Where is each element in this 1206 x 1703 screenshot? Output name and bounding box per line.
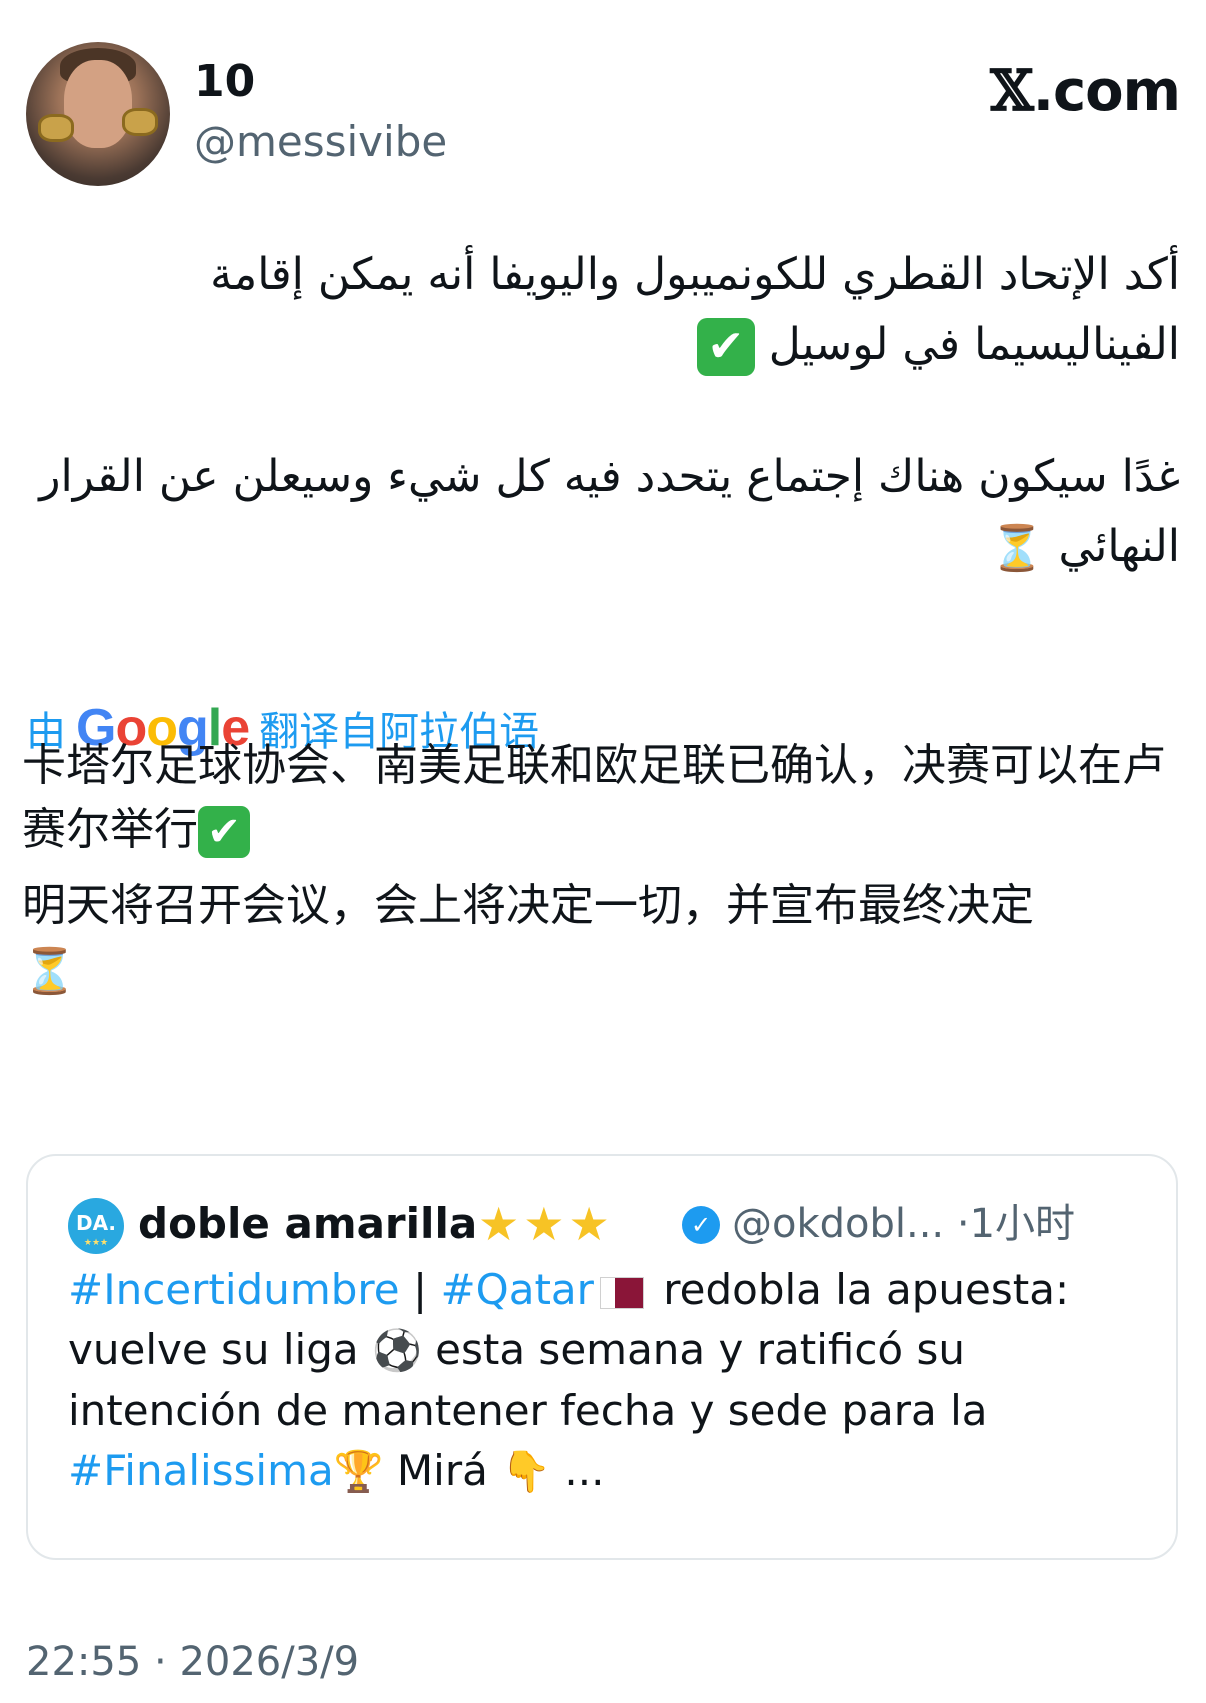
arabic-text: أكد الإتحاد القطري للكونميبول واليويفا أ… [210,249,1180,370]
quoted-ellipsis: ... [564,1446,605,1495]
avatar-ring [38,114,74,142]
quoted-author-handle[interactable]: @okdobl... [732,1201,944,1247]
original-text-paragraph-2: غدًا سيكون هناك إجتماع يتحدد فيه كل شيء … [26,442,1180,584]
quoted-avatar-text: DA. [75,1211,117,1235]
chinese-text: 明天将召开会议，会上将决定一切，并宣布最终决定 [22,880,1034,931]
author-handle[interactable]: @messivibe [194,116,447,168]
verified-badge-icon: ✓ [682,1206,720,1244]
hourglass-icon: ⏳ [22,946,77,997]
quoted-author-name[interactable]: doble amarilla [138,1194,477,1254]
quoted-tweet-body: #Incertidumbre | #Qatar redobla la apues… [68,1260,1138,1502]
tweet-header: 10 @messivibe 𝕏.com [26,42,1181,190]
avatar-ring [122,108,158,136]
quoted-tweet-card[interactable]: DA. ★★★ doble amarilla ★★★ ✓ @okdobl... … [26,1154,1178,1560]
check-mark-icon: ✔ [198,806,250,858]
star-icons: ★★★ [478,1197,614,1251]
chinese-text: 卡塔尔足球协会、南美足联和欧足联已确认，决赛可以在卢赛尔举行 [22,740,1166,855]
hashtag-link[interactable]: #Incertidumbre [68,1265,400,1314]
quoted-tweet-header: DA. ★★★ doble amarilla ★★★ ✓ @okdobl... … [68,1194,1148,1254]
trophy-icon: 🏆 [333,1449,384,1495]
avatar-stars: ★★★ [83,1238,109,1248]
x-logo-icon: 𝕏 [990,58,1033,124]
brand-domain: .com [1032,59,1181,124]
quoted-tweet-time[interactable]: 1小时 [970,1201,1075,1247]
author-display-name[interactable]: 10 [194,56,255,108]
hourglass-icon: ⏳ [989,523,1045,574]
original-text-paragraph-1: أكد الإتحاد القطري للكونميبول واليويفا أ… [26,240,1180,380]
qatar-flag-icon [599,1276,644,1309]
x-com-logo: 𝕏.com [990,58,1181,125]
translated-text-line-2: 明天将召开会议，会上将决定一切，并宣布最终决定 ⏳ [22,874,1182,1004]
translated-text-line-1: 卡塔尔足球协会、南美足联和欧足联已确认，决赛可以在卢赛尔举行 ✔ [22,734,1182,862]
timestamp-time: 22:55 [26,1639,142,1685]
meta-separator: · [956,1201,970,1247]
check-mark-icon: ✔ [696,318,755,376]
author-avatar[interactable] [26,42,170,186]
avatar-face [64,60,132,148]
quoted-text: Mirá [396,1446,488,1495]
quoted-tweet-meta: @okdobl... ·1小时 [732,1194,1075,1254]
timestamp-separator: · [154,1639,167,1685]
pointing-down-icon: 👇 [501,1449,552,1495]
quoted-author-avatar[interactable]: DA. ★★★ [68,1198,124,1254]
tweet-timestamp[interactable]: 22:55 · 2026/3/9 [26,1634,359,1690]
soccer-ball-icon: ⚽ [371,1328,422,1374]
hashtag-link[interactable]: #Finalissima [68,1446,334,1495]
hashtag-link[interactable]: #Qatar [440,1265,593,1314]
timestamp-date: 2026/3/9 [179,1639,360,1685]
pipe-separator: | [412,1265,428,1314]
